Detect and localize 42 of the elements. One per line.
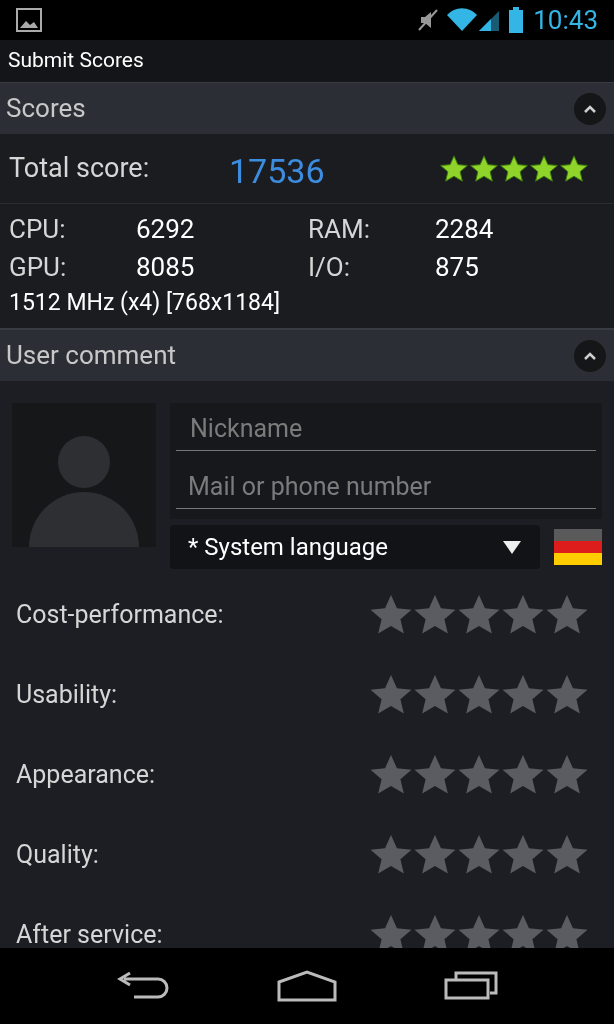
stat-label: RAM:	[308, 213, 371, 246]
rating-label: Appearance:	[16, 759, 156, 792]
battery-icon	[509, 7, 524, 33]
star-icon	[469, 153, 499, 184]
dropdown-caret-icon	[502, 539, 522, 555]
section-header[interactable]: User comment	[0, 329, 614, 381]
flag-icon[interactable]	[554, 529, 602, 565]
section-header[interactable]: Scores	[0, 82, 614, 134]
language-dropdown[interactable]: * System language	[170, 525, 540, 569]
total-score-label: Total score:	[9, 151, 151, 187]
muted-speaker-icon	[417, 8, 440, 32]
stat-label: I/O:	[308, 251, 351, 284]
total-score-value: 17536	[229, 150, 325, 193]
stat-value: 2284	[435, 213, 495, 246]
stat-label: GPU:	[9, 251, 68, 284]
home-icon[interactable]	[277, 970, 337, 1002]
collapse-button[interactable]	[574, 92, 606, 125]
rating-label: After service:	[16, 919, 163, 948]
recent-apps-icon[interactable]	[444, 971, 501, 1001]
stat-value: 875	[435, 251, 480, 284]
star-icon	[439, 153, 469, 184]
contact-field[interactable]: Mail or phone number	[170, 458, 602, 519]
star-icon	[559, 153, 589, 184]
language-value: * System language	[188, 532, 388, 563]
clock: 10:43	[533, 3, 598, 37]
collapse-button[interactable]	[574, 339, 606, 372]
stat-value: 8085	[136, 251, 196, 284]
star-rating[interactable]	[439, 153, 589, 184]
star-icon	[499, 153, 529, 184]
star-icon	[529, 153, 559, 184]
wifi-signal-icon	[447, 7, 502, 33]
screen-title: Submit Scores	[8, 47, 144, 75]
nickname-field[interactable]: Nickname	[170, 403, 602, 458]
section-title: User comment	[6, 339, 176, 372]
image-icon	[16, 8, 42, 32]
rating-label: Cost-performance:	[16, 599, 224, 632]
device-info: 1512 MHz (x4) [768x1184]	[9, 289, 281, 316]
stat-label: CPU:	[9, 213, 67, 246]
rating-label: Quality:	[16, 839, 99, 872]
section-title: Scores	[6, 92, 86, 125]
stat-value: 6292	[136, 213, 196, 246]
rating-label: Usability:	[16, 679, 118, 712]
